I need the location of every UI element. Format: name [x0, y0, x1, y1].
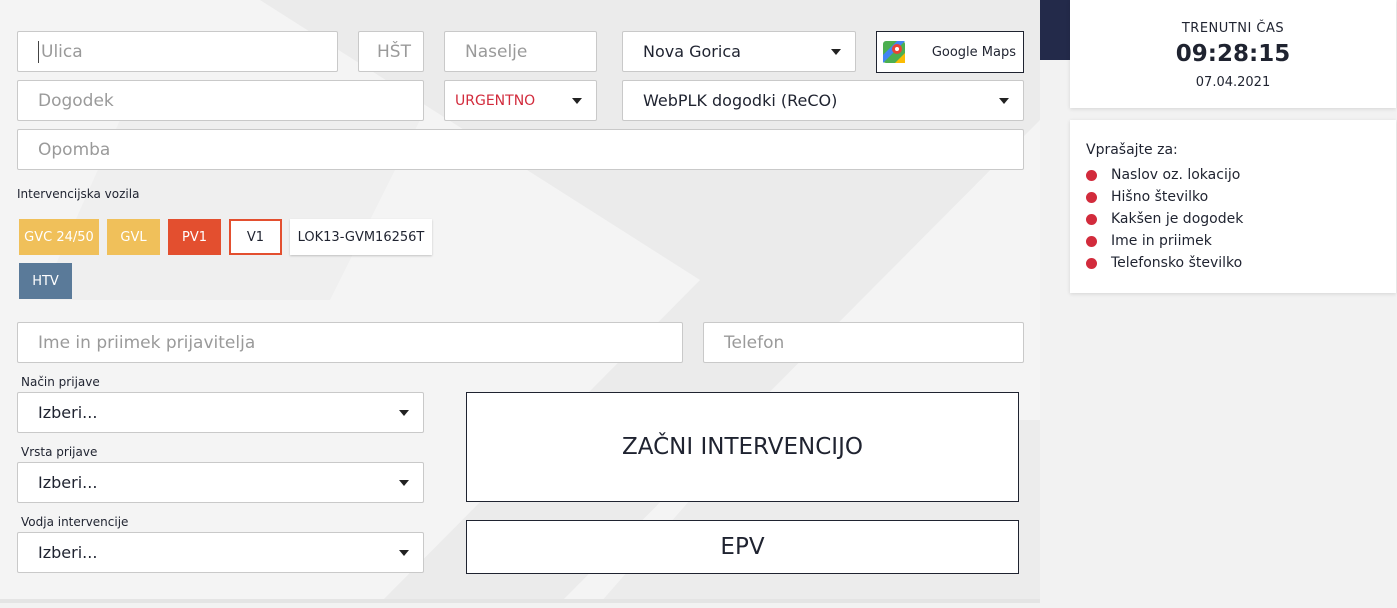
chevron-down-icon — [399, 410, 409, 416]
report-type-select[interactable]: Izberi... — [17, 462, 424, 503]
phone-input[interactable]: Telefon — [703, 322, 1024, 363]
vehicle-chip[interactable]: LOK13-GVM16256T — [290, 219, 432, 255]
municipality-value: Nova Gorica — [643, 42, 741, 61]
bullet-icon — [1086, 191, 1097, 203]
epv-button[interactable]: EPV — [466, 520, 1019, 574]
start-intervention-button[interactable]: ZAČNI INTERVENCIJO — [466, 392, 1019, 502]
priority-select[interactable]: URGENTNO — [444, 80, 597, 121]
list-item: Hišno številko — [1086, 186, 1243, 208]
report-method-select[interactable]: Izberi... — [17, 392, 424, 433]
clock-card: TRENUTNI ČAS 09:28:15 07.04.2021 — [1070, 0, 1396, 108]
ask-item-label: Ime in priimek — [1111, 233, 1212, 249]
ask-list: Naslov oz. lokacijo Hišno številko Kakše… — [1086, 164, 1243, 274]
chevron-down-icon — [572, 98, 582, 104]
street-input[interactable]: Ulica — [17, 31, 338, 72]
google-maps-icon — [883, 41, 905, 63]
ask-item-label: Naslov oz. lokacijo — [1111, 167, 1241, 183]
note-placeholder: Opomba — [38, 139, 111, 160]
settlement-placeholder: Naselje — [465, 41, 528, 62]
reporter-name-placeholder: Ime in priimek prijavitelja — [38, 332, 256, 353]
report-type-value: Izberi... — [38, 473, 98, 492]
vehicle-chip[interactable]: GVC 24/50 — [19, 219, 99, 255]
text-caret — [38, 40, 39, 63]
event-list-value: WebPLK dogodki (ReCO) — [643, 91, 838, 110]
house-number-placeholder: HŠT — [377, 41, 411, 62]
house-number-input[interactable]: HŠT — [358, 31, 424, 72]
chevron-down-icon — [399, 550, 409, 556]
report-method-label: Način prijave — [21, 375, 100, 389]
chevron-down-icon — [831, 49, 841, 55]
street-placeholder: Ulica — [41, 41, 83, 62]
priority-value: URGENTNO — [455, 92, 536, 109]
vehicle-chip[interactable]: GVL — [107, 219, 160, 255]
clock-time: 09:28:15 — [1175, 41, 1291, 67]
list-item: Ime in priimek — [1086, 230, 1243, 252]
event-placeholder: Dogodek — [38, 90, 114, 111]
bullet-icon — [1086, 169, 1097, 181]
leader-value: Izberi... — [38, 543, 98, 562]
clock-label: TRENUTNI ČAS — [1181, 21, 1285, 36]
vehicle-chip[interactable]: V1 — [229, 219, 282, 255]
chevron-down-icon — [999, 98, 1009, 104]
reporter-name-input[interactable]: Ime in priimek prijavitelja — [17, 322, 683, 363]
ask-item-label: Telefonsko številko — [1111, 255, 1243, 271]
phone-placeholder: Telefon — [724, 332, 785, 353]
leader-select[interactable]: Izberi... — [17, 532, 424, 573]
report-method-value: Izberi... — [38, 403, 98, 422]
leader-label: Vodja intervencije — [21, 515, 129, 529]
note-input[interactable]: Opomba — [17, 129, 1024, 170]
vehicles-label: Intervencijska vozila — [17, 187, 140, 201]
ask-item-label: Hišno številko — [1111, 189, 1209, 205]
ask-item-label: Kakšen je dogodek — [1111, 211, 1244, 227]
intervention-form: Ulica HŠT Naselje Nova Gorica Google Map… — [0, 0, 1040, 603]
list-item: Naslov oz. lokacijo — [1086, 164, 1243, 186]
report-type-label: Vrsta prijave — [21, 445, 98, 459]
bullet-icon — [1086, 213, 1097, 225]
google-maps-label: Google Maps — [931, 45, 1016, 60]
chevron-down-icon — [399, 480, 409, 486]
vehicle-chip[interactable]: PV1 — [168, 219, 221, 255]
vehicle-chip[interactable]: HTV — [19, 263, 72, 299]
ask-card: Vprašajte za: Naslov oz. lokacijo Hišno … — [1070, 120, 1396, 293]
ask-title: Vprašajte za: — [1086, 142, 1178, 158]
clock-date: 07.04.2021 — [1195, 75, 1271, 90]
google-maps-button[interactable]: Google Maps — [876, 31, 1024, 73]
event-input[interactable]: Dogodek — [17, 80, 424, 121]
list-item: Telefonsko številko — [1086, 252, 1243, 274]
bullet-icon — [1086, 235, 1097, 247]
bullet-icon — [1086, 257, 1097, 269]
municipality-select[interactable]: Nova Gorica — [622, 31, 856, 72]
settlement-input[interactable]: Naselje — [444, 31, 597, 72]
list-item: Kakšen je dogodek — [1086, 208, 1243, 230]
event-list-select[interactable]: WebPLK dogodki (ReCO) — [622, 80, 1024, 121]
